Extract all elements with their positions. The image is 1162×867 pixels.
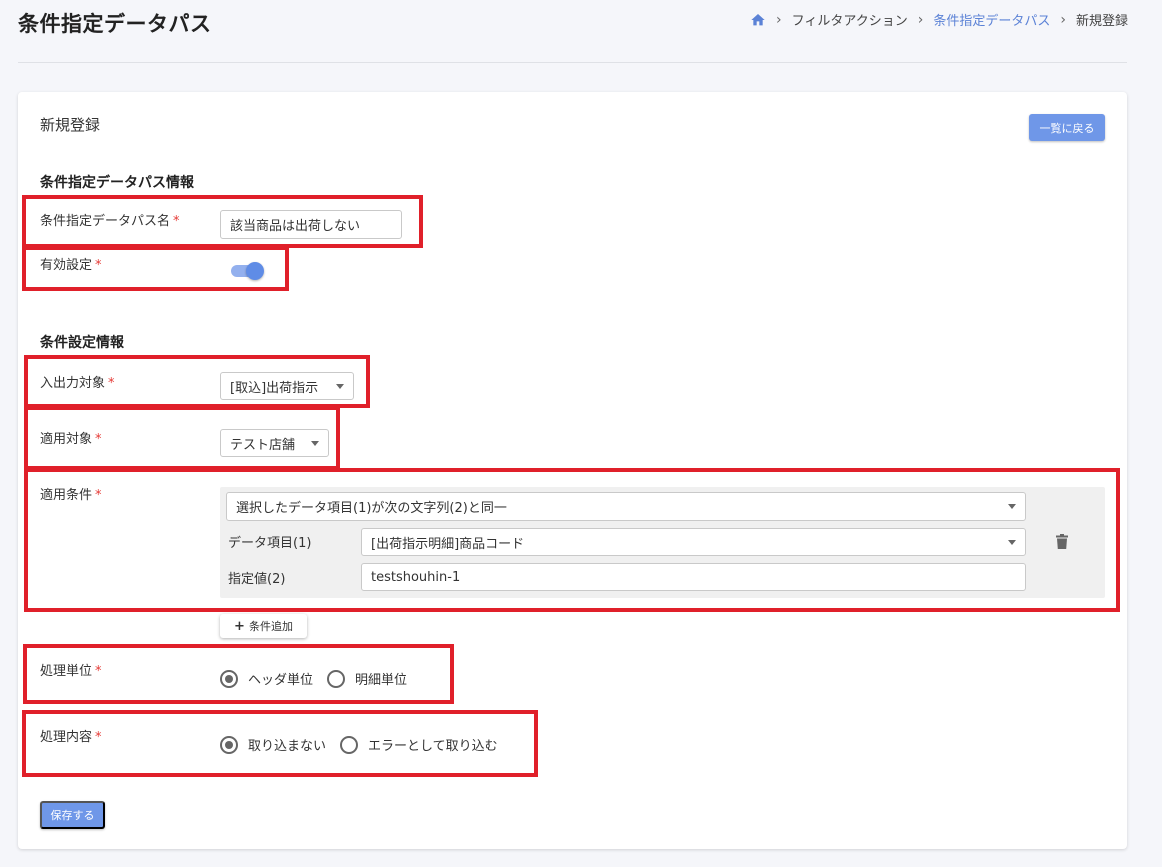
breadcrumb-item-current: 新規登録	[1075, 14, 1128, 29]
chevron-right-icon: ›	[1060, 11, 1066, 28]
highlight-box	[24, 406, 340, 470]
breadcrumb: › フィルタアクション › 条件指定データパス › 新規登録	[750, 10, 1128, 29]
highlight-box	[22, 246, 289, 291]
breadcrumb-item-filter-action[interactable]: フィルタアクション	[792, 10, 908, 29]
card-title: 新規登録	[40, 116, 101, 134]
section-title-datapath: 条件指定データパス情報	[40, 175, 194, 191]
highlight-box	[24, 468, 1120, 612]
section-title-condition: 条件設定情報	[40, 335, 124, 351]
home-icon[interactable]	[750, 12, 766, 28]
back-to-list-button[interactable]: 一覧に戻る	[1029, 114, 1105, 141]
chevron-right-icon: ›	[776, 11, 782, 28]
header-divider	[18, 62, 1127, 63]
chevron-right-icon: ›	[917, 11, 924, 28]
add-condition-label: 条件追加	[248, 620, 293, 633]
plus-icon: +	[234, 618, 245, 634]
add-condition-button[interactable]: + 条件追加	[220, 614, 307, 638]
highlight-box	[23, 644, 454, 704]
breadcrumb-item-datapath[interactable]: 条件指定データパス	[933, 10, 1050, 29]
page-title: 条件指定データパス	[18, 12, 212, 36]
highlight-box	[22, 195, 423, 248]
highlight-box	[22, 710, 538, 777]
save-button[interactable]: 保存する	[40, 801, 105, 829]
highlight-box	[24, 355, 370, 408]
